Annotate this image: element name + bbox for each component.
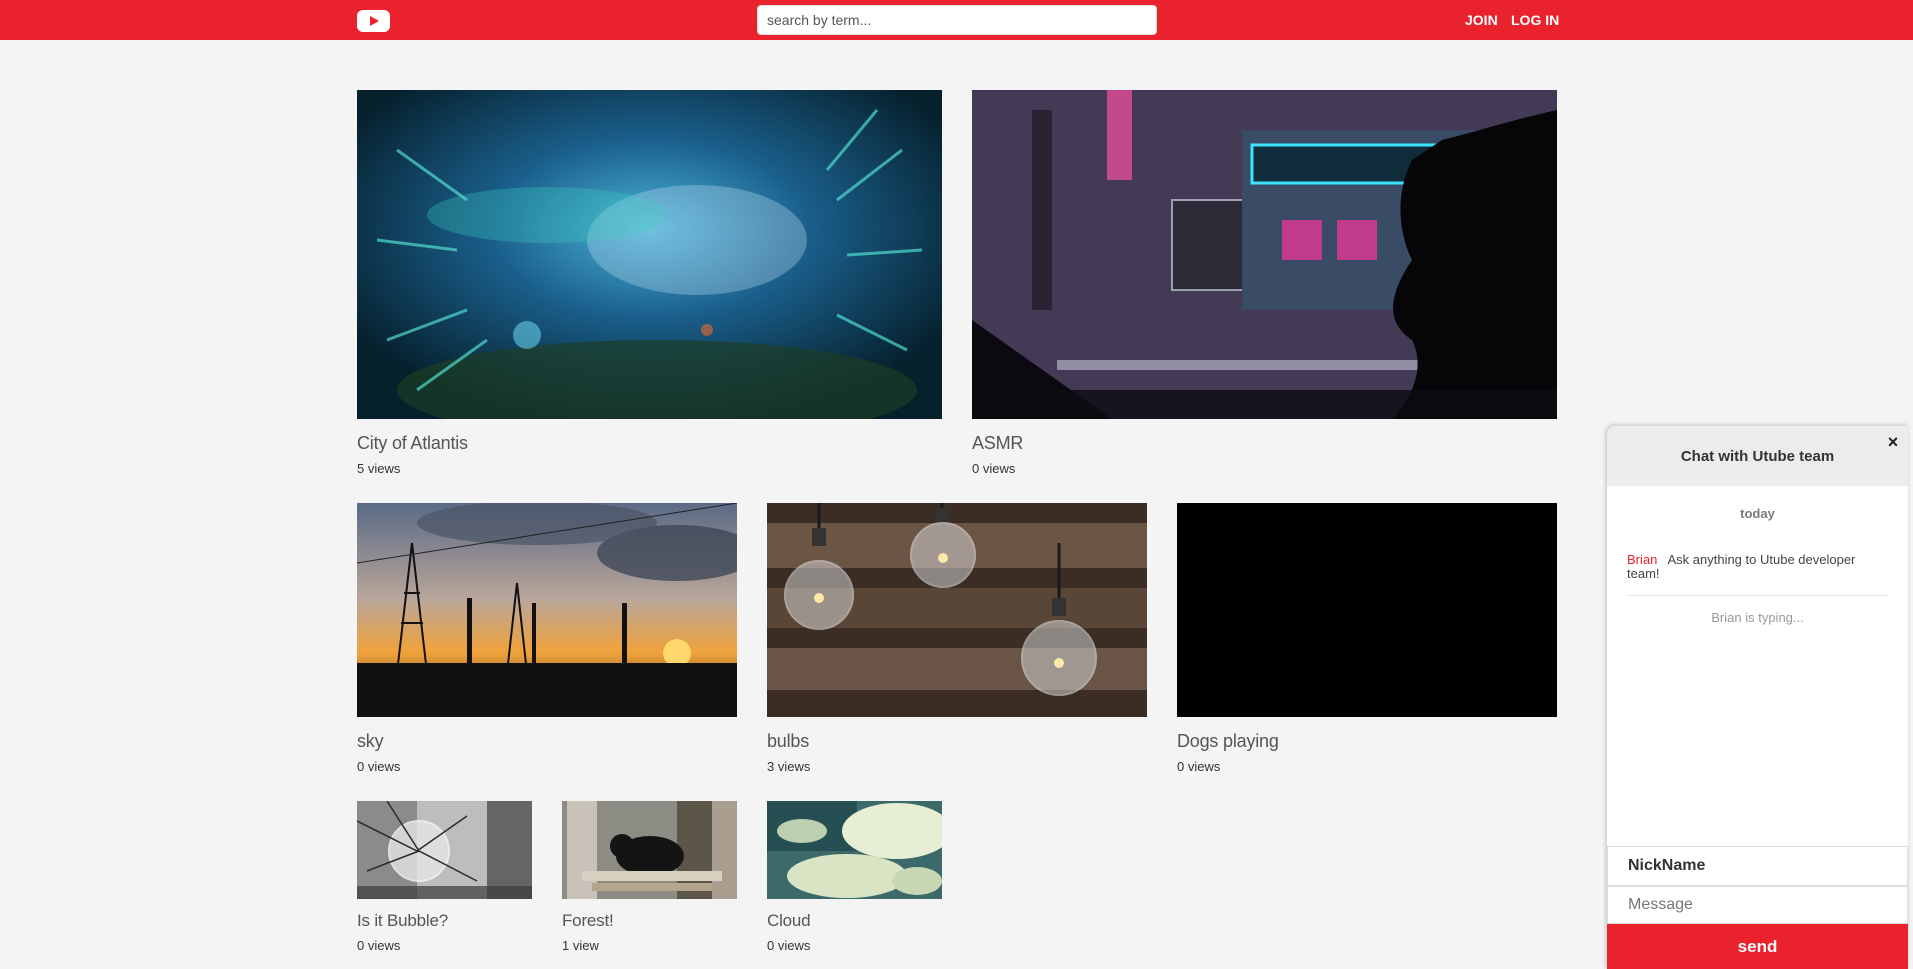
send-button[interactable]: send [1607,924,1908,969]
video-title[interactable]: Is it Bubble? [357,911,532,931]
video-views: 0 views [357,938,401,953]
video-views: 1 view [562,938,599,953]
login-link[interactable]: LOG IN [1511,12,1559,28]
video-views: 3 views [767,759,811,774]
video-title[interactable]: Dogs playing [1177,731,1557,752]
top-nav-bar: JOIN LOG IN [0,0,1913,40]
message-input[interactable] [1607,886,1908,924]
video-title[interactable]: City of Atlantis [357,433,942,454]
video-title[interactable]: sky [357,731,737,752]
video-card[interactable]: ASMR 0 views [972,90,1557,476]
chat-title: Chat with Utube team [1680,448,1835,465]
chat-message-text: Ask anything to Utube developer team! [1627,552,1856,581]
video-thumbnail[interactable] [562,801,737,899]
chat-divider [1627,595,1887,596]
video-title[interactable]: bulbs [767,731,1147,752]
video-views: 5 views [357,461,401,476]
video-thumbnail[interactable] [1177,503,1557,717]
join-link[interactable]: JOIN [1465,12,1498,28]
chat-date-label: today [1740,506,1775,521]
video-card[interactable]: City of Atlantis 5 views [357,90,942,476]
video-thumbnail[interactable] [357,801,532,899]
search-input[interactable] [757,5,1157,35]
chat-message-author: Brian [1627,552,1658,567]
video-views: 0 views [972,461,1016,476]
video-card[interactable]: sky 0 views [357,503,737,774]
nickname-input[interactable] [1607,846,1908,886]
video-card[interactable]: Is it Bubble? 0 views [357,801,532,953]
close-icon[interactable]: × [1883,432,1903,452]
video-views: 0 views [1177,759,1221,774]
video-card[interactable]: Forest! 1 view [562,801,737,953]
video-card[interactable]: Dogs playing 0 views [1177,503,1557,774]
typing-indicator: Brian is typing... [1711,610,1804,625]
video-title[interactable]: ASMR [972,433,1557,454]
video-views: 0 views [767,938,811,953]
chat-header: Chat with Utube team [1607,426,1908,486]
video-thumbnail[interactable] [767,801,942,899]
video-title[interactable]: Forest! [562,911,737,931]
chat-widget: Chat with Utube team × today Brian Ask a… [1607,426,1908,969]
video-title[interactable]: Cloud [767,911,942,931]
video-views: 0 views [357,759,401,774]
play-logo-icon[interactable] [357,10,390,32]
chat-message: Brian Ask anything to Utube developer te… [1627,553,1887,581]
video-card[interactable]: Cloud 0 views [767,801,942,953]
video-thumbnail[interactable] [972,90,1557,419]
video-thumbnail[interactable] [357,503,737,717]
video-thumbnail[interactable] [357,90,942,419]
video-thumbnail[interactable] [767,503,1147,717]
video-card[interactable]: bulbs 3 views [767,503,1147,774]
